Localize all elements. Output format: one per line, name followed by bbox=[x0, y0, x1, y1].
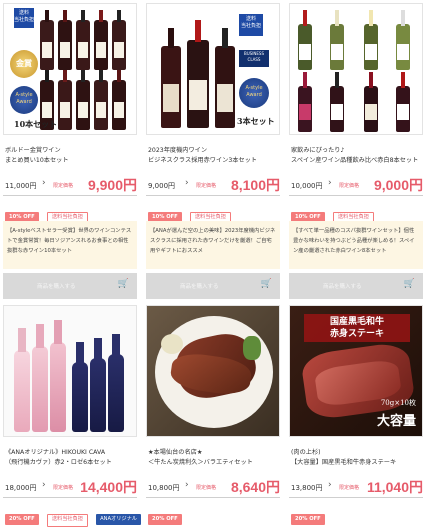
sale-label: 限定価格 bbox=[53, 183, 74, 189]
product-description: 【すべて単一品種のコスパ抜群ワインセット】個性豊かな味わいを持つぶどう品種が楽し… bbox=[289, 221, 423, 269]
sale-label: 限定価格 bbox=[339, 183, 360, 189]
promo-heading: 国産黒毛和牛 赤身ステーキ bbox=[304, 314, 410, 342]
product-title[interactable]: 2023年度機内ワイン ビジネスクラス採用赤ワイン3本セット bbox=[148, 146, 280, 166]
regular-price: 11,000円 bbox=[5, 182, 37, 190]
sale-price: 14,400円 bbox=[80, 479, 137, 495]
price-row: 18,000円 › 限定価格 14,400円 bbox=[3, 477, 137, 498]
sale-price: 11,040円 bbox=[366, 479, 423, 495]
product-title-text[interactable]: ボルドー金賞ワイン まとめ買い10本セット bbox=[5, 146, 137, 166]
product-image[interactable] bbox=[3, 305, 137, 437]
gold-medal-icon: 金賞 bbox=[10, 50, 38, 78]
product-image[interactable] bbox=[289, 3, 423, 135]
award-seal-icon: A-style Award bbox=[239, 78, 269, 108]
regular-price: 18,000円 bbox=[5, 484, 37, 492]
regular-price: 13,800円 bbox=[291, 484, 323, 492]
description-text: 【A-styleベストセラー受賞】世界のワインコンテストで金賞常賞！毎日ソジアン… bbox=[7, 228, 132, 254]
product-title-text[interactable]: 2023年度機内ワイン ビジネスクラス採用赤ワイン3本セット bbox=[148, 146, 280, 166]
cart-icon: 🛒 bbox=[260, 279, 272, 289]
cart-button-label: 商品を購入する bbox=[37, 284, 76, 290]
sale-price: 8,100円 bbox=[230, 177, 280, 193]
price-row: 13,800円 › 限定価格 11,040円 bbox=[289, 477, 423, 498]
chevron-right-icon: › bbox=[185, 480, 189, 490]
description-text: 【すべて単一品種のコスパ抜群ワインセット】個性豊かな味わいを持つぶどう品種が楽し… bbox=[293, 228, 415, 254]
set-count-text: 10本セット bbox=[14, 119, 58, 129]
product-image[interactable]: 国産黒毛和牛 赤身ステーキ 70g×10枚 大容量 bbox=[289, 305, 423, 437]
product-description: 【A-styleベストセラー受賞】世界のワインコンテストで金賞常賞！毎日ソジアン… bbox=[3, 221, 137, 269]
product-title-text[interactable]: (肉の上杉) 【大容量】国産黒毛和牛赤身ステーキ bbox=[291, 448, 423, 468]
shipping-badge: 送料 当社負担 bbox=[239, 14, 263, 36]
product-title-text[interactable]: 家飲みにぴったり♪ スペイン産ワイン品種飲み比べ赤白8本セット bbox=[291, 146, 423, 166]
chevron-right-icon: › bbox=[328, 480, 332, 490]
regular-price: 10,800円 bbox=[148, 484, 180, 492]
tag-list: 10% OFF 送料当社負担 bbox=[148, 203, 234, 225]
chevron-right-icon: › bbox=[42, 480, 46, 490]
tag-list: 20% OFF 送料当社負担 ANAオリジナル bbox=[5, 505, 144, 527]
cart-icon: 🛒 bbox=[117, 279, 129, 289]
discount-tag: 20% OFF bbox=[291, 514, 325, 525]
product-image[interactable] bbox=[146, 305, 280, 437]
price-row: 10,000円 › 限定価格 9,000円 bbox=[289, 175, 423, 196]
product-title[interactable]: ★本場仙台の名店★ ＜牛たん炭焼利久＞バラエティセット bbox=[148, 448, 280, 468]
discount-tag: 20% OFF bbox=[5, 514, 39, 525]
sale-price: 8,640円 bbox=[230, 479, 280, 495]
add-to-cart-button[interactable]: 商品を購入する 🛒 bbox=[3, 273, 137, 299]
business-class-badge: BUSINESS CLASS bbox=[239, 50, 269, 67]
tag-list: 20% OFF bbox=[291, 505, 328, 525]
regular-price: 9,000円 bbox=[148, 182, 176, 190]
product-title[interactable]: 家飲みにぴったり♪ スペイン産ワイン品種飲み比べ赤白8本セット bbox=[291, 146, 423, 166]
cart-icon: 🛒 bbox=[403, 279, 415, 289]
promo-amount: 70g×10枚 bbox=[380, 399, 416, 407]
award-seal-icon: A-style Award bbox=[10, 86, 38, 114]
shipping-badge: 送料 当社負担 bbox=[14, 8, 34, 28]
shipping-tag: 送料当社負担 bbox=[46, 514, 88, 527]
discount-tag: 20% OFF bbox=[148, 514, 182, 525]
description-text: 【ANAが選んだ空の上の美味】2023年度機内ビジネスクラスに採用された赤ワイン… bbox=[150, 228, 276, 254]
chevron-right-icon: › bbox=[185, 178, 189, 188]
promo-big: 大容量 bbox=[376, 414, 416, 429]
tag-list: 10% OFF 送料当社負担 bbox=[291, 203, 377, 225]
product-title[interactable]: (肉の上杉) 【大容量】国産黒毛和牛赤身ステーキ bbox=[291, 448, 423, 468]
sale-label: 限定価格 bbox=[339, 485, 360, 491]
price-row: 9,000円 › 限定価格 8,100円 bbox=[146, 175, 280, 196]
price-row: 10,800円 › 限定価格 8,640円 bbox=[146, 477, 280, 498]
chevron-right-icon: › bbox=[328, 178, 332, 188]
ana-original-tag: ANAオリジナル bbox=[96, 514, 141, 525]
product-title[interactable]: ボルドー金賞ワイン まとめ買い10本セット bbox=[5, 146, 137, 166]
product-image[interactable]: 送料 当社負担 BUSINESS CLASS A-style Award 3本セット bbox=[146, 3, 280, 135]
sale-label: 限定価格 bbox=[196, 485, 217, 491]
sale-label: 限定価格 bbox=[196, 183, 217, 189]
add-to-cart-button[interactable]: 商品を購入する 🛒 bbox=[146, 273, 280, 299]
sale-price: 9,900円 bbox=[87, 177, 137, 193]
cart-button-label: 商品を購入する bbox=[180, 284, 219, 290]
product-image[interactable]: 送料 当社負担 金賞 A-style Award 10本セット bbox=[3, 3, 137, 135]
product-title-text[interactable]: 《ANAオリジナル》HIKOUKI CAVA （飛行機カヴァ）赤2・ロゼ6本セッ… bbox=[5, 448, 137, 468]
sale-label: 限定価格 bbox=[53, 485, 74, 491]
price-row: 11,000円 › 限定価格 9,900円 bbox=[3, 175, 137, 196]
product-description: 【ANAが選んだ空の上の美味】2023年度機内ビジネスクラスに採用された赤ワイン… bbox=[146, 221, 280, 269]
add-to-cart-button[interactable]: 商品を購入する 🛒 bbox=[289, 273, 423, 299]
chevron-right-icon: › bbox=[42, 178, 46, 188]
tag-list: 10% OFF 送料当社負担 bbox=[5, 203, 91, 225]
product-title-text[interactable]: ★本場仙台の名店★ ＜牛たん炭焼利久＞バラエティセット bbox=[148, 448, 280, 468]
tag-list: 20% OFF bbox=[148, 505, 185, 525]
regular-price: 10,000円 bbox=[291, 182, 323, 190]
set-count-text: 3本セット bbox=[237, 116, 275, 126]
product-title[interactable]: 《ANAオリジナル》HIKOUKI CAVA （飛行機カヴァ）赤2・ロゼ6本セッ… bbox=[5, 448, 137, 468]
sale-price: 9,000円 bbox=[373, 177, 423, 193]
cart-button-label: 商品を購入する bbox=[323, 284, 362, 290]
